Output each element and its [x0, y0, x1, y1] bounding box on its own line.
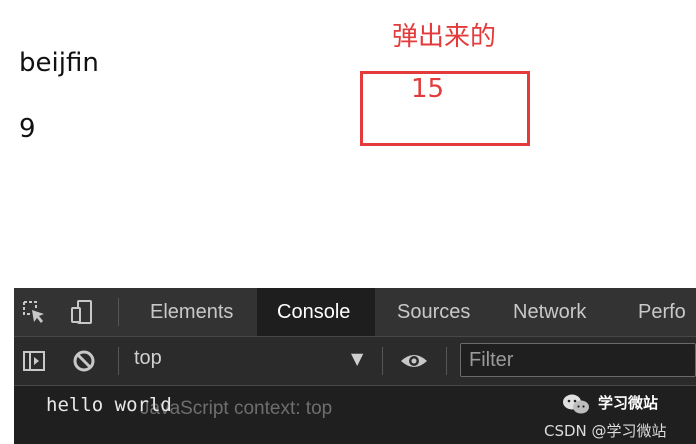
devtools-tabbar: Elements Console Sources Network Perfo — [14, 288, 696, 337]
tab-elements[interactable]: Elements — [130, 288, 254, 336]
tabbar-separator — [118, 298, 119, 326]
sidebar-toggle-icon[interactable] — [22, 349, 46, 373]
chevron-down-icon[interactable]: ▼ — [351, 349, 363, 368]
inspect-icon[interactable] — [22, 300, 46, 324]
toolbar-separator — [446, 347, 447, 375]
eye-icon[interactable] — [400, 349, 427, 373]
tab-sources[interactable]: Sources — [377, 288, 489, 336]
toolbar-separator — [118, 347, 119, 375]
tab-console[interactable]: Console — [257, 288, 375, 336]
filter-field[interactable] — [460, 343, 696, 377]
tab-performance[interactable]: Perfo — [618, 288, 696, 336]
wechat-icon — [562, 393, 590, 415]
page-text-beijfin: beijfin — [19, 48, 99, 78]
page-text-number: 9 — [19, 114, 36, 144]
console-output: JavaScript context: top hello world 学习微站… — [14, 386, 696, 444]
annotation-title: 弹出来的 — [392, 22, 497, 52]
device-toolbar-icon[interactable] — [70, 300, 94, 324]
clear-console-icon[interactable] — [72, 349, 96, 373]
annotation-value: 15 — [411, 74, 445, 104]
tab-network[interactable]: Network — [493, 288, 613, 336]
filter-input[interactable] — [461, 344, 691, 376]
devtools-panel: Elements Console Sources Network Perfo t… — [14, 288, 696, 444]
context-selector[interactable]: top — [134, 347, 162, 370]
watermark-label: 学习微站 — [598, 394, 659, 412]
toolbar-separator — [382, 347, 383, 375]
csdn-watermark: CSDN @学习微站 — [544, 422, 667, 440]
console-log-line: hello world — [46, 394, 172, 416]
console-toolbar: top ▼ — [14, 337, 696, 386]
annotation-box: 15 — [360, 71, 530, 146]
